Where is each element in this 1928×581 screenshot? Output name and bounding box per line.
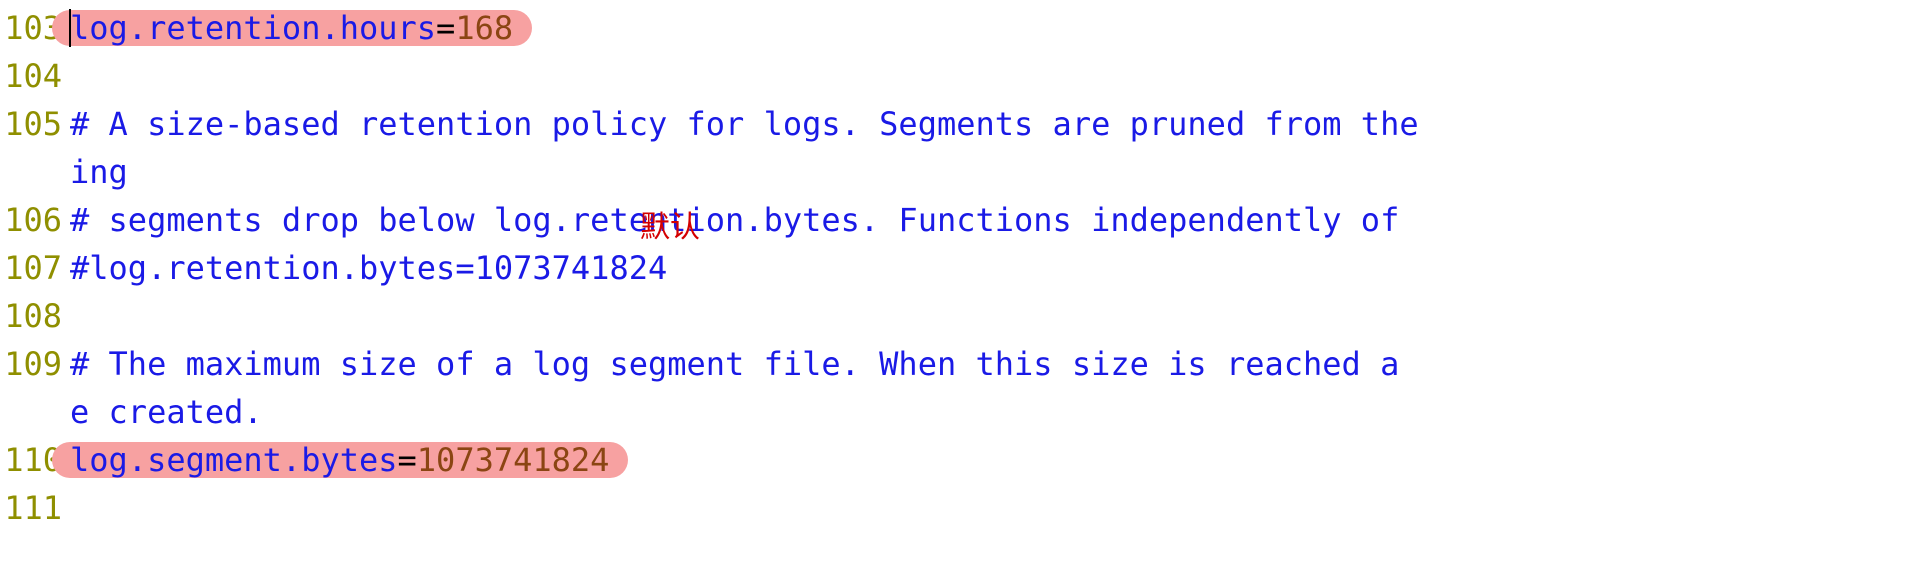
equals-sign: = bbox=[436, 9, 455, 47]
line-number: 111 bbox=[0, 484, 70, 532]
line-number: 104 bbox=[0, 52, 70, 100]
line-number: 106 bbox=[0, 196, 70, 244]
config-value: 1073741824 bbox=[417, 441, 610, 479]
code-editor[interactable]: 默认 103log.retention.hours=168104105# A s… bbox=[0, 0, 1928, 532]
config-key: log.segment.bytes bbox=[70, 441, 398, 479]
comment-text: # A size-based retention policy for logs… bbox=[70, 105, 1419, 143]
code-line[interactable]: 111 bbox=[0, 484, 1928, 532]
code-line[interactable]: 108 bbox=[0, 292, 1928, 340]
annotation-default: 默认 bbox=[640, 200, 700, 248]
comment-text-wrap: ing bbox=[70, 153, 128, 191]
comment-text: # The maximum size of a log segment file… bbox=[70, 345, 1419, 383]
code-line[interactable]: 104 bbox=[0, 52, 1928, 100]
code-line[interactable]: 106# segments drop below log.retention.b… bbox=[0, 196, 1928, 244]
line-number: 107 bbox=[0, 244, 70, 292]
line-number: 108 bbox=[0, 292, 70, 340]
config-key: log.retention.hours bbox=[70, 9, 436, 47]
comment-text-wrap: e created. bbox=[70, 393, 263, 431]
code-line[interactable]: 103log.retention.hours=168 bbox=[0, 4, 1928, 52]
line-number: 109 bbox=[0, 340, 70, 388]
config-value: 168 bbox=[455, 9, 513, 47]
code-line[interactable]: 110log.segment.bytes=1073741824 bbox=[0, 436, 1928, 484]
code-line-wrap[interactable]: e created. bbox=[0, 388, 1928, 436]
code-line-wrap[interactable]: ing bbox=[0, 148, 1928, 196]
line-number: 105 bbox=[0, 100, 70, 148]
code-line[interactable]: 109# The maximum size of a log segment f… bbox=[0, 340, 1928, 388]
comment-text: #log.retention.bytes=1073741824 bbox=[70, 249, 667, 287]
equals-sign: = bbox=[398, 441, 417, 479]
comment-text: # segments drop below log.retention.byte… bbox=[70, 201, 1419, 239]
code-line[interactable]: 105# A size-based retention policy for l… bbox=[0, 100, 1928, 148]
code-line[interactable]: 107#log.retention.bytes=1073741824 bbox=[0, 244, 1928, 292]
